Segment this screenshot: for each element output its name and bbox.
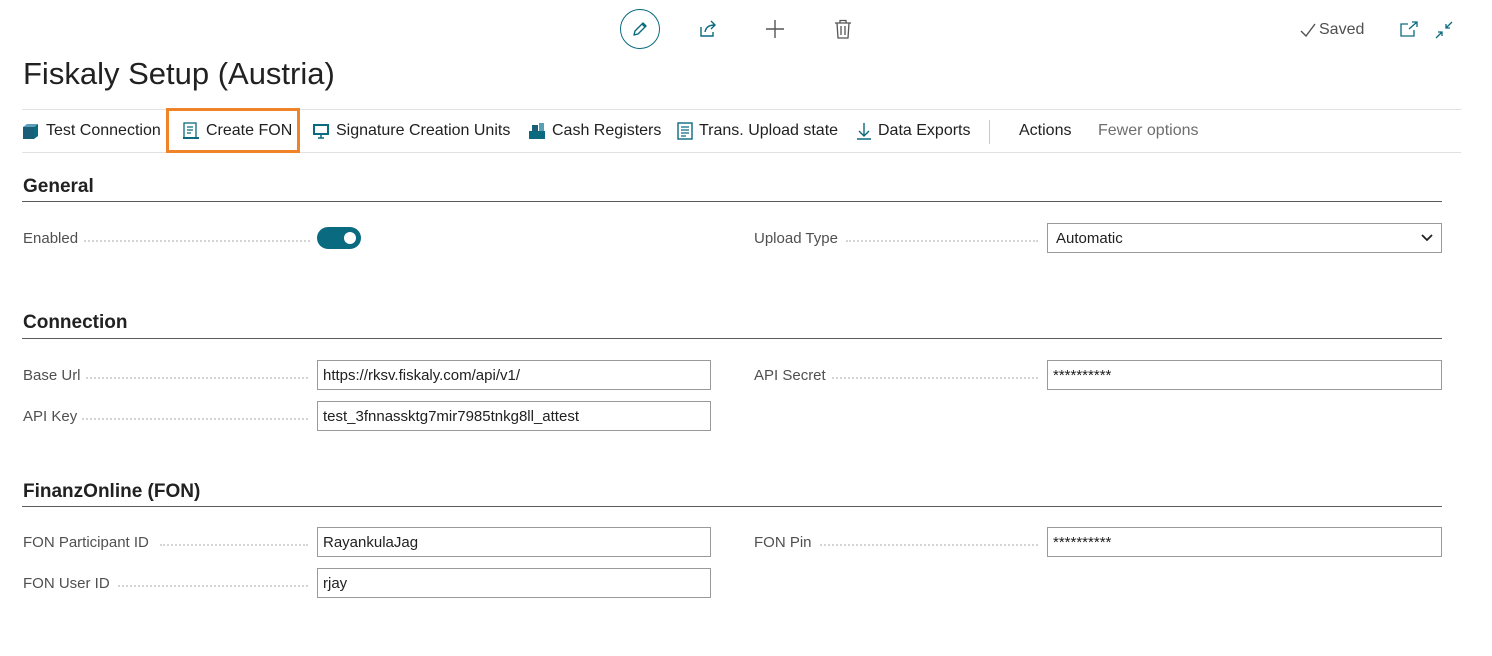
signature-creation-units-button[interactable]: Signature Creation Units	[312, 110, 510, 152]
api-key-label: API Key	[23, 408, 78, 425]
upload-type-label: Upload Type	[754, 230, 838, 247]
document-list-icon	[677, 122, 693, 140]
fon-participant-id-label: FON Participant ID	[23, 534, 149, 551]
enabled-toggle[interactable]	[317, 227, 361, 249]
cash-register-icon	[529, 123, 545, 139]
base-url-leader-dots	[86, 377, 308, 379]
api-secret-leader-dots	[832, 377, 1038, 379]
trans-upload-state-label: Trans. Upload state	[699, 122, 839, 139]
api-key-leader-dots	[82, 418, 308, 420]
cash-registers-label: Cash Registers	[552, 122, 662, 139]
create-fon-button[interactable]: Create FON	[182, 110, 292, 152]
new-button[interactable]	[764, 18, 786, 40]
api-secret-label: API Secret	[754, 367, 826, 384]
monitor-icon	[313, 124, 329, 139]
create-document-icon	[183, 122, 199, 139]
base-url-label: Base Url	[23, 367, 81, 384]
connection-test-icon	[23, 124, 38, 139]
actions-menu-button[interactable]: Actions	[1019, 110, 1071, 152]
upload-type-value: Automatic	[1056, 229, 1123, 247]
delete-button[interactable]	[832, 18, 854, 40]
share-icon	[700, 20, 716, 37]
checkmark-icon	[1300, 23, 1316, 37]
action-bar-divider	[989, 120, 990, 144]
download-icon	[857, 123, 871, 140]
data-exports-button[interactable]: Data Exports	[856, 110, 970, 152]
fon-pin-leader-dots	[820, 544, 1038, 546]
open-new-window-button[interactable]	[1398, 19, 1420, 39]
section-divider-general	[22, 201, 1442, 202]
plus-icon	[766, 20, 784, 38]
cash-registers-button[interactable]: Cash Registers	[528, 110, 661, 152]
fon-user-id-label: FON User ID	[23, 575, 110, 592]
fon-pin-input[interactable]: **********	[1047, 527, 1442, 557]
create-fon-label: Create FON	[206, 122, 293, 139]
share-button[interactable]	[696, 17, 720, 41]
upload-type-leader-dots	[846, 240, 1038, 242]
fewer-options-label: Fewer options	[1098, 122, 1199, 139]
section-divider-finanzonline	[22, 506, 1442, 507]
api-secret-input[interactable]: **********	[1047, 360, 1442, 390]
fon-participant-id-leader-dots	[160, 544, 308, 546]
section-title-general: General	[23, 176, 94, 197]
trash-icon	[835, 19, 851, 39]
base-url-input[interactable]: https://rksv.fiskaly.com/api/v1/	[317, 360, 711, 390]
collapse-button[interactable]	[1433, 19, 1455, 41]
action-bar: Test Connection Create FON Signature Cre…	[22, 109, 1461, 153]
data-exports-label: Data Exports	[878, 122, 971, 139]
collapse-icon	[1435, 21, 1453, 39]
save-status: Saved	[1300, 21, 1364, 39]
test-connection-button[interactable]: Test Connection	[22, 110, 161, 152]
fon-pin-label: FON Pin	[754, 534, 812, 551]
signature-creation-units-label: Signature Creation Units	[336, 122, 511, 139]
section-title-connection: Connection	[23, 312, 128, 333]
toggle-knob	[344, 232, 356, 244]
open-in-new-window-icon	[1400, 21, 1418, 37]
fon-user-id-input[interactable]: rjay	[317, 568, 711, 598]
enabled-leader-dots	[84, 240, 310, 242]
page-title: Fiskaly Setup (Austria)	[23, 56, 335, 91]
actions-menu-label: Actions	[1019, 122, 1072, 139]
fon-participant-id-input[interactable]: RayankulaJag	[317, 527, 711, 557]
save-status-text: Saved	[1319, 21, 1365, 38]
chevron-down-icon	[1421, 234, 1433, 242]
section-title-finanzonline: FinanzOnline (FON)	[23, 481, 201, 502]
upload-type-select[interactable]: Automatic	[1047, 223, 1442, 253]
pencil-icon	[633, 22, 647, 36]
section-divider-connection	[22, 338, 1442, 339]
fon-user-id-leader-dots	[118, 585, 308, 587]
test-connection-label: Test Connection	[46, 122, 161, 139]
api-key-input[interactable]: test_3fnnassktg7mir7985tnkg8ll_attest	[317, 401, 711, 431]
fewer-options-button[interactable]: Fewer options	[1098, 110, 1199, 152]
edit-button[interactable]	[620, 9, 660, 49]
trans-upload-state-button[interactable]: Trans. Upload state	[677, 110, 838, 152]
enabled-label: Enabled	[23, 230, 79, 247]
